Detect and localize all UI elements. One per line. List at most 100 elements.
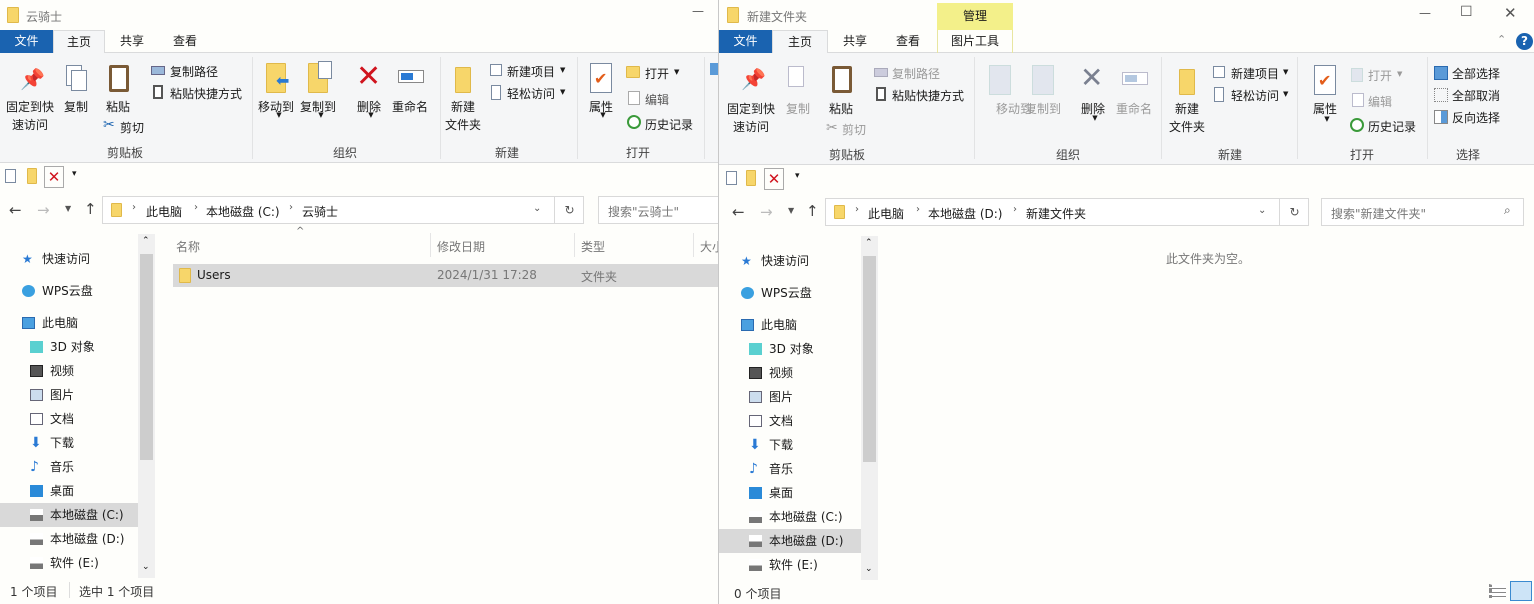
properties-qat-icon[interactable] <box>726 171 737 185</box>
nav-item[interactable]: 软件 (E:) <box>0 551 138 575</box>
delete-qat-icon[interactable]: ✕ <box>44 166 64 188</box>
column-header-type[interactable]: 类型 <box>581 238 605 255</box>
minimize-button[interactable]: — <box>692 4 704 18</box>
nav-scrollbar[interactable]: ⌃ ⌄ <box>138 234 155 578</box>
forward-button[interactable]: → <box>760 203 773 221</box>
tab-home[interactable]: 主页 <box>772 30 828 54</box>
address-dropdown-icon[interactable]: ⌄ <box>533 203 541 214</box>
scroll-down-icon[interactable]: ⌄ <box>865 564 873 574</box>
up-button[interactable]: ↑ <box>806 202 819 220</box>
nav-item[interactable]: 软件 (E:) <box>719 553 861 577</box>
nav-item[interactable]: 视频 <box>0 359 138 383</box>
nav-item-label: 文档 <box>769 414 794 428</box>
tab-picture-tools[interactable]: 图片工具 <box>937 30 1013 53</box>
tab-view[interactable]: 查看 <box>160 30 210 53</box>
search-box[interactable]: 搜索"云骑士" <box>598 196 719 224</box>
column-header-date[interactable]: 修改日期 <box>437 238 485 255</box>
downloads-icon: ⬇ <box>30 435 42 451</box>
ribbon-tabs: 文件 主页 共享 查看 图片工具 ⌃ ? <box>719 30 1534 54</box>
nav-item[interactable]: 视频 <box>719 361 861 385</box>
nav-item[interactable]: ★ 快速访问 <box>0 247 138 271</box>
nav-item[interactable]: 本地磁盘 (D:) <box>719 529 861 553</box>
customize-qat-icon[interactable]: ▾ <box>795 171 800 181</box>
column-header-size[interactable]: 大小 <box>700 238 719 255</box>
new-folder-qat-icon[interactable] <box>27 168 37 184</box>
nav-item[interactable]: 3D 对象 <box>0 335 138 359</box>
file-type: 文件夹 <box>581 270 618 284</box>
tab-share[interactable]: 共享 <box>108 30 156 53</box>
nav-item[interactable]: 此电脑 <box>719 313 861 337</box>
nav-item[interactable]: WPS云盘 <box>0 279 138 303</box>
breadcrumb-item[interactable]: 本地磁盘 (D:) <box>928 205 1002 222</box>
scroll-up-icon[interactable]: ⌃ <box>865 238 873 248</box>
breadcrumb-item[interactable]: 此电脑 <box>146 203 182 220</box>
column-header-name[interactable]: 名称 <box>176 238 200 255</box>
tab-file[interactable]: 文件 <box>719 30 772 53</box>
nav-item[interactable]: ⬇ 下载 <box>719 433 861 457</box>
help-icon[interactable]: ? <box>1516 33 1533 50</box>
contextual-tab-manage[interactable]: 管理 <box>937 3 1013 30</box>
breadcrumb-item[interactable]: 云骑士 <box>302 203 338 220</box>
downloads-icon: ⬇ <box>749 437 761 453</box>
forward-button[interactable]: → <box>37 201 50 219</box>
breadcrumb-item[interactable]: 本地磁盘 (C:) <box>206 203 280 220</box>
recent-locations-icon[interactable]: ▼ <box>788 206 794 215</box>
tab-file[interactable]: 文件 <box>0 30 53 53</box>
address-dropdown-icon[interactable]: ⌄ <box>1258 205 1266 216</box>
refresh-icon[interactable]: ↻ <box>554 197 584 223</box>
nav-item[interactable]: 此电脑 <box>0 311 138 335</box>
back-button[interactable]: ← <box>732 203 745 221</box>
nav-item[interactable]: 文档 <box>0 407 138 431</box>
collapse-ribbon-icon[interactable]: ⌃ <box>1497 33 1506 46</box>
search-box[interactable]: 搜索"新建文件夹" ⌕ <box>1321 198 1524 226</box>
star-icon: ★ <box>741 254 752 268</box>
group-label-organize: 组织 <box>1055 148 1081 162</box>
nav-scrollbar[interactable]: ⌃ ⌄ <box>861 236 878 580</box>
nav-item[interactable]: 本地磁盘 (D:) <box>0 527 138 551</box>
scroll-up-icon[interactable]: ⌃ <box>142 236 150 246</box>
music-icon: ♪ <box>30 459 39 475</box>
delete-qat-icon[interactable]: ✕ <box>764 168 784 190</box>
address-bar[interactable]: › 此电脑 › 本地磁盘 (C:) › 云骑士 ⌄ ↻ <box>102 196 584 224</box>
nav-item[interactable]: WPS云盘 <box>719 281 861 305</box>
file-row[interactable]: Users 2024/1/31 17:28 文件夹 <box>173 264 719 287</box>
breadcrumb-item[interactable]: 新建文件夹 <box>1026 205 1086 222</box>
tab-view[interactable]: 查看 <box>882 30 934 53</box>
tab-share[interactable]: 共享 <box>831 30 879 53</box>
scrollbar-thumb[interactable] <box>140 254 153 460</box>
nav-item[interactable]: 桌面 <box>719 481 861 505</box>
divider <box>693 233 694 257</box>
close-button[interactable]: ✕ <box>1504 4 1517 22</box>
nav-item[interactable]: 图片 <box>0 383 138 407</box>
nav-item[interactable]: 本地磁盘 (C:) <box>719 505 861 529</box>
customize-qat-icon[interactable]: ▾ <box>72 169 77 179</box>
details-view-button[interactable] <box>1489 584 1506 598</box>
nav-item[interactable]: ★ 快速访问 <box>719 249 861 273</box>
nav-item[interactable]: 文档 <box>719 409 861 433</box>
refresh-icon[interactable]: ↻ <box>1279 199 1309 225</box>
back-button[interactable]: ← <box>9 201 22 219</box>
nav-item[interactable]: ⬇ 下载 <box>0 431 138 455</box>
nav-item[interactable]: ♪ 音乐 <box>0 455 138 479</box>
minimize-button[interactable]: — <box>1419 6 1431 20</box>
large-icons-view-button[interactable] <box>1510 581 1532 601</box>
up-button[interactable]: ↑ <box>84 200 97 218</box>
nav-item-label: 本地磁盘 (C:) <box>50 508 124 522</box>
breadcrumb-item[interactable]: 此电脑 <box>868 205 904 222</box>
nav-item[interactable]: 图片 <box>719 385 861 409</box>
nav-item[interactable]: 桌面 <box>0 479 138 503</box>
nav-item[interactable]: 本地磁盘 (C:) <box>0 503 138 527</box>
address-bar[interactable]: › 此电脑 › 本地磁盘 (D:) › 新建文件夹 ⌄ ↻ <box>825 198 1309 226</box>
maximize-button[interactable]: ☐ <box>1460 4 1473 20</box>
new-folder-qat-icon[interactable] <box>746 170 756 186</box>
tab-home[interactable]: 主页 <box>53 30 105 54</box>
nav-item[interactable]: 3D 对象 <box>719 337 861 361</box>
scroll-down-icon[interactable]: ⌄ <box>142 562 150 572</box>
nav-item[interactable]: ♪ 音乐 <box>719 457 861 481</box>
recent-locations-icon[interactable]: ▼ <box>65 204 71 213</box>
group-label-new: 新建 <box>1217 148 1243 162</box>
cloud-icon <box>22 285 35 297</box>
scrollbar-thumb[interactable] <box>863 256 876 462</box>
properties-qat-icon[interactable] <box>5 169 16 183</box>
folder-icon <box>179 268 191 283</box>
